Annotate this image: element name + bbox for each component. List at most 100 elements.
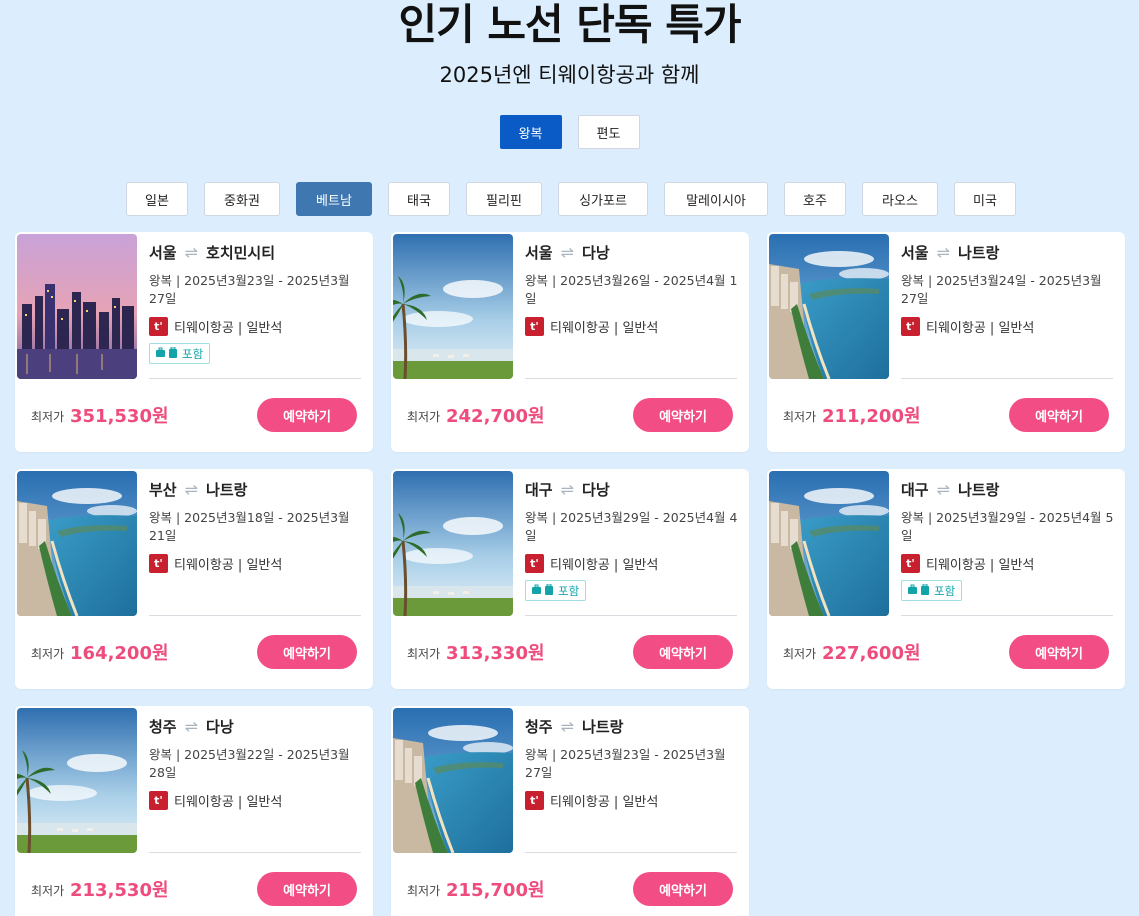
destination-city: 다낭 <box>582 481 610 499</box>
price-label: 최저가 <box>407 647 441 661</box>
travel-dates: 왕복 | 2025년3월22일 - 2025년3월 28일 <box>149 747 350 780</box>
airline-info: t' 티웨이항공 | 일반석 <box>525 791 658 810</box>
book-button[interactable]: 예약하기 <box>1009 635 1109 669</box>
tway-logo-icon: t' <box>525 554 544 573</box>
tab-region-laos[interactable]: 라오스 <box>862 182 938 216</box>
tab-region-australia[interactable]: 호주 <box>784 182 846 216</box>
divider <box>525 852 737 853</box>
divider <box>901 615 1113 616</box>
baggage-icon <box>908 583 930 598</box>
route: 서울 ⇌ 다낭 <box>525 242 610 263</box>
route: 서울 ⇌ 나트랑 <box>901 242 999 263</box>
origin-city: 청주 <box>149 718 177 736</box>
book-button[interactable]: 예약하기 <box>257 398 357 432</box>
airline-label: 티웨이항공 | 일반석 <box>926 321 1035 336</box>
baggage-badge: 포함 <box>149 343 211 364</box>
price-value: 351,530원 <box>70 406 169 427</box>
divider <box>149 615 361 616</box>
airline-info: t' 티웨이항공 | 일반석 <box>149 554 282 573</box>
travel-dates: 왕복 | 2025년3월24일 - 2025년3월 27일 <box>901 273 1102 306</box>
book-button[interactable]: 예약하기 <box>1009 398 1109 432</box>
deal-card[interactable]: 서울 ⇌ 나트랑 왕복 | 2025년3월24일 - 2025년3월 27일 t… <box>767 232 1125 452</box>
route: 청주 ⇌ 다낭 <box>149 716 234 737</box>
airline-label: 티웨이항공 | 일반석 <box>550 321 659 336</box>
tab-one-way[interactable]: 편도 <box>577 115 640 149</box>
tab-region-malaysia[interactable]: 말레이시아 <box>664 182 768 216</box>
route: 청주 ⇌ 나트랑 <box>525 716 623 737</box>
book-button[interactable]: 예약하기 <box>257 635 357 669</box>
price-value: 213,530원 <box>70 880 169 901</box>
travel-dates: 왕복 | 2025년3월23일 - 2025년3월 27일 <box>149 273 350 306</box>
travel-dates: 왕복 | 2025년3월18일 - 2025년3월 21일 <box>149 510 350 543</box>
page-subtitle: 2025년엔 티웨이항공과 함께 <box>439 63 700 87</box>
swap-arrows-icon: ⇌ <box>184 243 199 262</box>
swap-arrows-icon: ⇌ <box>184 717 199 736</box>
deal-card[interactable]: 서울 ⇌ 호치민시티 왕복 | 2025년3월23일 - 2025년3월 27일… <box>15 232 373 452</box>
page-title: 인기 노선 단독 특가 <box>398 0 742 49</box>
book-button[interactable]: 예약하기 <box>633 635 733 669</box>
airline-info: t' 티웨이항공 | 일반석 <box>149 791 282 810</box>
airline-label: 티웨이항공 | 일반석 <box>174 321 283 336</box>
origin-city: 대구 <box>525 481 553 499</box>
baggage-icon <box>532 583 554 598</box>
airline-label: 티웨이항공 | 일반석 <box>550 558 659 573</box>
price-value: 313,330원 <box>446 643 545 664</box>
baggage-label: 포함 <box>182 346 204 361</box>
divider <box>525 615 737 616</box>
deal-card[interactable]: 대구 ⇌ 다낭 왕복 | 2025년3월29일 - 2025년4월 4일 t' … <box>391 469 749 689</box>
deal-card[interactable]: 청주 ⇌ 나트랑 왕복 | 2025년3월23일 - 2025년3월 27일 t… <box>391 706 749 916</box>
travel-dates: 왕복 | 2025년3월26일 - 2025년4월 1일 <box>525 273 738 306</box>
divider <box>149 852 361 853</box>
route: 대구 ⇌ 나트랑 <box>901 479 999 500</box>
tab-region-thailand[interactable]: 태국 <box>388 182 450 216</box>
price-value: 215,700원 <box>446 880 545 901</box>
book-button[interactable]: 예약하기 <box>633 872 733 906</box>
airline-label: 티웨이항공 | 일반석 <box>174 558 283 573</box>
route: 대구 ⇌ 다낭 <box>525 479 610 500</box>
airline-info: t' 티웨이항공 | 일반석 <box>525 554 658 573</box>
price-value: 211,200원 <box>822 406 921 427</box>
tab-region-vietnam[interactable]: 베트남 <box>296 182 372 216</box>
deal-card[interactable]: 청주 ⇌ 다낭 왕복 | 2025년3월22일 - 2025년3월 28일 t'… <box>15 706 373 916</box>
swap-arrows-icon: ⇌ <box>560 480 575 499</box>
destination-city: 나트랑 <box>958 481 1000 499</box>
origin-city: 서울 <box>901 244 929 262</box>
tab-round-trip[interactable]: 왕복 <box>499 115 562 149</box>
destination-image <box>393 708 513 853</box>
swap-arrows-icon: ⇌ <box>560 243 575 262</box>
destination-image <box>769 234 889 379</box>
tab-region-usa[interactable]: 미국 <box>954 182 1016 216</box>
origin-city: 부산 <box>149 481 177 499</box>
book-button[interactable]: 예약하기 <box>257 872 357 906</box>
price-label: 최저가 <box>31 410 65 424</box>
tab-region-philippines[interactable]: 필리핀 <box>466 182 542 216</box>
airline-info: t' 티웨이항공 | 일반석 <box>901 317 1034 336</box>
tway-logo-icon: t' <box>149 791 168 810</box>
tab-region-singapore[interactable]: 싱가포르 <box>558 182 648 216</box>
tway-logo-icon: t' <box>149 554 168 573</box>
destination-image <box>769 471 889 616</box>
deal-card[interactable]: 대구 ⇌ 나트랑 왕복 | 2025년3월29일 - 2025년4월 5일 t'… <box>767 469 1125 689</box>
tway-logo-icon: t' <box>901 554 920 573</box>
price-value: 164,200원 <box>70 643 169 664</box>
price-value: 242,700원 <box>446 406 545 427</box>
deal-card[interactable]: 서울 ⇌ 다낭 왕복 | 2025년3월26일 - 2025년4월 1일 t' … <box>391 232 749 452</box>
destination-city: 나트랑 <box>582 718 624 736</box>
destination-city: 다낭 <box>582 244 610 262</box>
origin-city: 청주 <box>525 718 553 736</box>
price-label: 최저가 <box>31 884 65 898</box>
tab-region-japan[interactable]: 일본 <box>126 182 188 216</box>
origin-city: 서울 <box>149 244 177 262</box>
book-button[interactable]: 예약하기 <box>633 398 733 432</box>
route: 부산 ⇌ 나트랑 <box>149 479 247 500</box>
price-label: 최저가 <box>407 884 441 898</box>
airline-info: t' 티웨이항공 | 일반석 <box>525 317 658 336</box>
price-label: 최저가 <box>783 647 817 661</box>
deal-card[interactable]: 부산 ⇌ 나트랑 왕복 | 2025년3월18일 - 2025년3월 21일 t… <box>15 469 373 689</box>
destination-city: 다낭 <box>206 718 234 736</box>
tab-region-greater-china[interactable]: 중화권 <box>204 182 280 216</box>
region-tabs: 일본 중화권 베트남 태국 필리핀 싱가포르 말레이시아 호주 라오스 미국 <box>126 182 1016 216</box>
price-label: 최저가 <box>407 410 441 424</box>
baggage-badge: 포함 <box>525 580 587 601</box>
tway-logo-icon: t' <box>525 791 544 810</box>
